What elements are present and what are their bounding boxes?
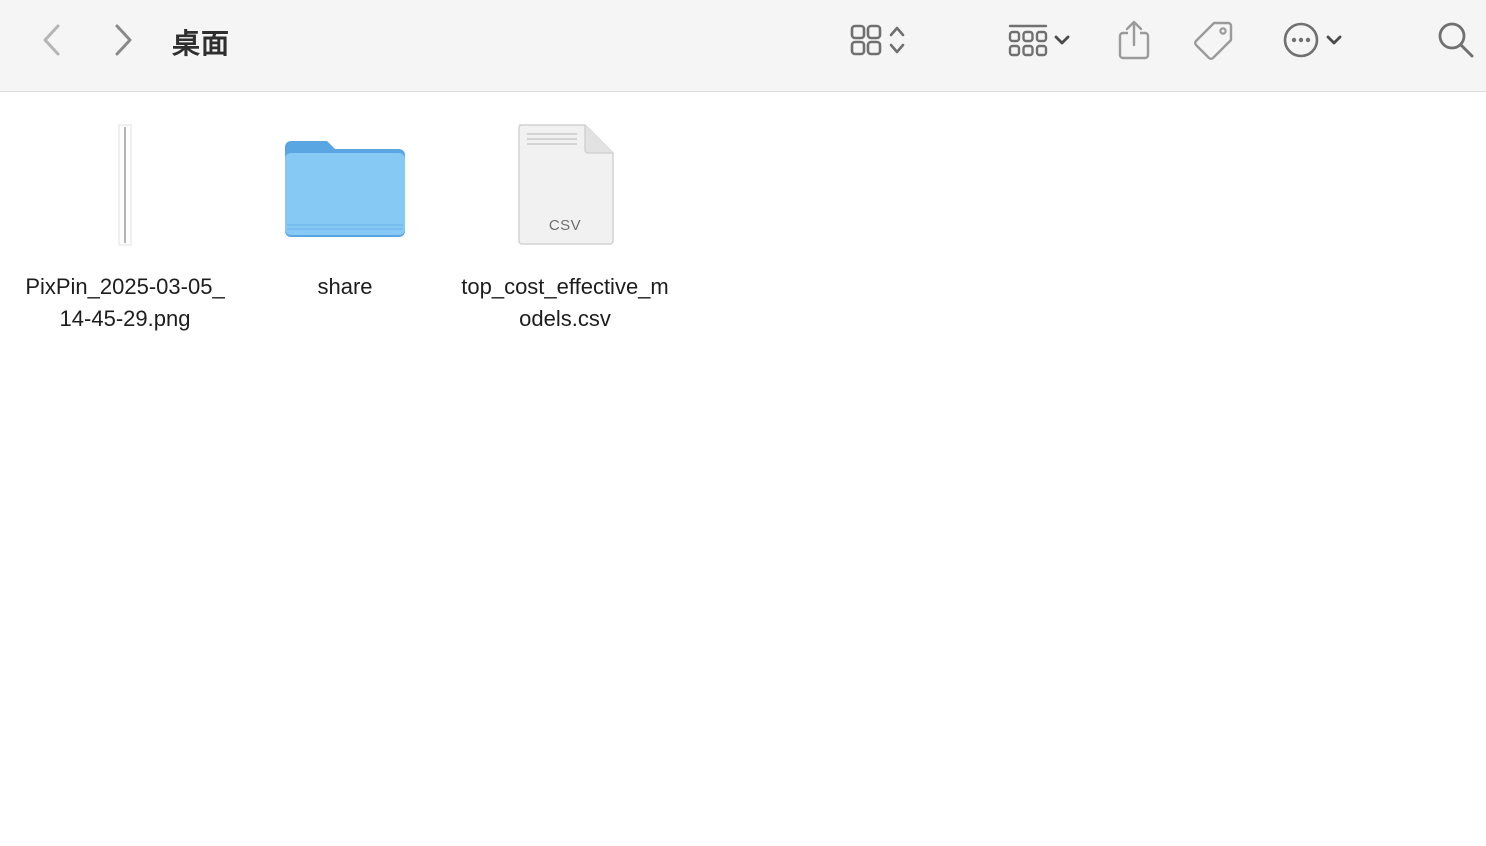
back-button[interactable] xyxy=(34,22,70,58)
chevron-down-icon xyxy=(1054,35,1070,45)
up-down-chevron-icon xyxy=(889,26,905,54)
image-thumbnail-icon xyxy=(55,121,195,251)
chevron-down-icon xyxy=(1326,35,1342,45)
file-item-png[interactable]: PixPin_2025-03-05_14-45-29.png xyxy=(15,121,235,335)
share-icon xyxy=(1118,20,1150,60)
folder-name: share xyxy=(317,274,373,299)
search-icon xyxy=(1438,22,1474,58)
folder-item-share[interactable]: share xyxy=(235,121,455,303)
share-button[interactable] xyxy=(1112,16,1156,64)
icon-grid-icon xyxy=(850,24,882,56)
ellipsis-circle-icon xyxy=(1283,22,1319,58)
toolbar: 桌面 xyxy=(0,0,1486,92)
search-button[interactable] xyxy=(1434,18,1478,62)
csv-badge: CSV xyxy=(548,217,582,234)
csv-document-icon: CSV xyxy=(495,121,635,251)
chevron-left-icon xyxy=(43,24,60,56)
window-title: 桌面 xyxy=(172,27,231,60)
group-by-icon xyxy=(1008,24,1048,57)
file-name: PixPin_2025-03-05_14-45-29.png xyxy=(25,274,225,331)
finder-window: 桌面 PixPin_2025-03-05_14-45-29.png share … xyxy=(0,0,1486,846)
forward-button[interactable] xyxy=(105,22,141,58)
group-by-button[interactable] xyxy=(1000,18,1080,62)
file-grid: PixPin_2025-03-05_14-45-29.png share CSV… xyxy=(0,93,1486,846)
more-actions-button[interactable] xyxy=(1276,18,1352,62)
tag-button[interactable] xyxy=(1190,16,1238,64)
file-item-csv[interactable]: CSV top_cost_effective_models.csv xyxy=(455,121,675,335)
chevron-right-icon xyxy=(115,24,132,56)
file-name: top_cost_effective_models.csv xyxy=(461,274,669,331)
tag-icon xyxy=(1194,21,1233,60)
folder-icon xyxy=(275,121,415,251)
view-mode-button[interactable] xyxy=(836,18,918,62)
